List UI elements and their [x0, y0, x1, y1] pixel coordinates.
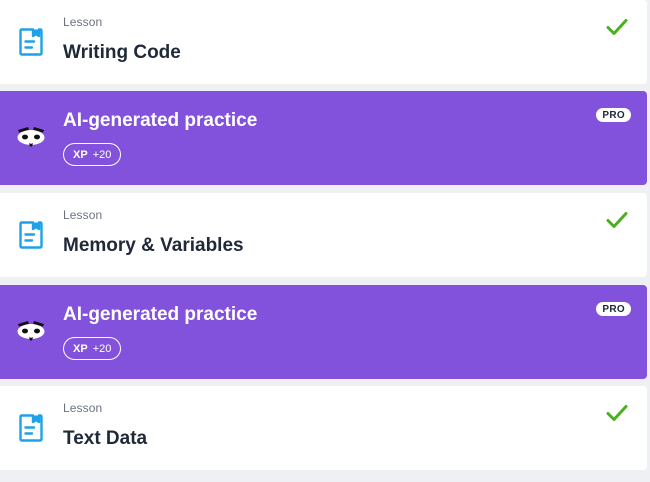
lesson-card[interactable]: Lesson Memory & Variables	[0, 193, 647, 277]
xp-badge: XP +20	[63, 337, 122, 360]
lesson-kicker: Lesson	[63, 208, 103, 222]
check-icon	[606, 212, 628, 228]
xp-label: XP	[73, 148, 88, 161]
ai-bot-icon	[17, 321, 45, 341]
lesson-card[interactable]: Lesson Text Data	[0, 386, 647, 470]
ai-bot-icon	[17, 127, 45, 147]
pro-badge: PRO	[596, 302, 631, 316]
lesson-card[interactable]: Lesson Writing Code	[0, 0, 647, 84]
lesson-list: Lesson Writing Code AI-generated practic…	[0, 0, 650, 482]
xp-badge: XP +20	[63, 143, 122, 166]
lesson-kicker: Lesson	[63, 401, 103, 415]
practice-title: AI-generated practice	[63, 304, 258, 325]
check-icon	[606, 405, 628, 421]
xp-value: +20	[92, 342, 112, 355]
ai-practice-card[interactable]: AI-generated practice XP +20 PRO	[0, 285, 647, 379]
xp-label: XP	[73, 342, 88, 355]
document-icon	[19, 221, 43, 249]
lesson-title: Memory & Variables	[63, 235, 244, 256]
pro-badge: PRO	[596, 108, 631, 122]
lesson-kicker: Lesson	[63, 15, 103, 29]
document-icon	[19, 28, 43, 56]
lesson-title: Writing Code	[63, 42, 181, 63]
ai-practice-card[interactable]: AI-generated practice XP +20 PRO	[0, 91, 647, 185]
lesson-title: Text Data	[63, 428, 148, 449]
xp-value: +20	[92, 148, 112, 161]
check-icon	[606, 19, 628, 35]
practice-title: AI-generated practice	[63, 110, 258, 131]
document-icon	[19, 414, 43, 442]
